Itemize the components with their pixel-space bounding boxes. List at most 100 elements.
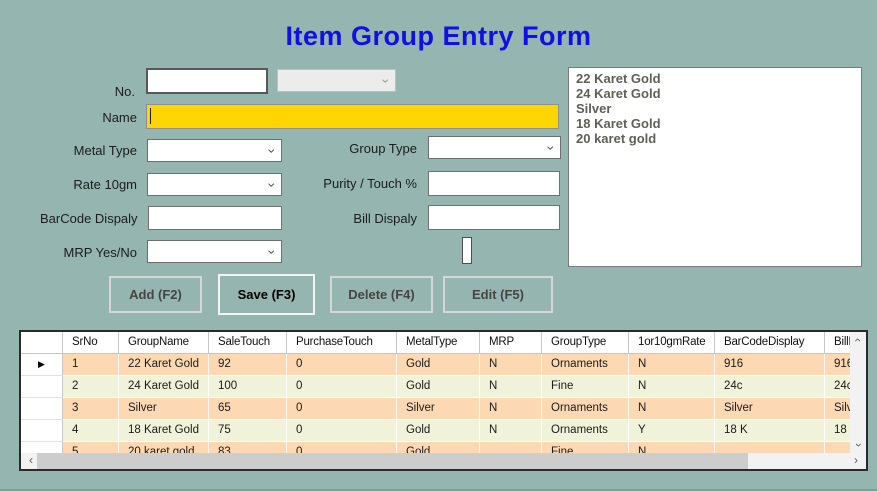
table-cell[interactable]	[825, 442, 850, 453]
group-type-dropdown[interactable]: ›	[428, 136, 561, 159]
table-cell[interactable]: Ornaments	[542, 398, 629, 420]
table-cell[interactable]: Ornaments	[542, 354, 629, 376]
table-cell[interactable]	[480, 442, 542, 453]
row-pointer-icon[interactable]: ▶	[21, 354, 63, 376]
scrollbar-thumb[interactable]	[37, 453, 748, 469]
table-row[interactable]: 224 Karet Gold1000GoldNFineN24c24c	[21, 376, 850, 398]
listbox-item[interactable]: 18 Karet Gold	[576, 116, 861, 131]
group-listbox[interactable]: 22 Karet Gold24 Karet GoldSilver18 Karet…	[568, 67, 862, 267]
edit-button[interactable]: Edit (F5)	[443, 276, 553, 313]
table-cell[interactable]: 75	[209, 420, 287, 442]
table-cell[interactable]: Fine	[542, 376, 629, 398]
table-cell[interactable]: N	[480, 398, 542, 420]
small-textbox[interactable]	[462, 237, 472, 264]
table-cell[interactable]: 5	[63, 442, 119, 453]
table-cell[interactable]: 100	[209, 376, 287, 398]
row-selector-cell[interactable]	[21, 376, 63, 398]
row-selector-cell[interactable]	[21, 398, 63, 420]
rate-10gm-dropdown[interactable]: ›	[147, 173, 282, 196]
row-selector-cell[interactable]	[21, 442, 63, 453]
table-cell[interactable]: 3	[63, 398, 119, 420]
table-cell[interactable]: 1	[63, 354, 119, 376]
table-cell[interactable]: 0	[287, 376, 397, 398]
table-cell[interactable]: 20 karet gold	[119, 442, 209, 453]
table-cell[interactable]: 4	[63, 420, 119, 442]
grid-header-cell[interactable]: SrNo	[63, 332, 119, 354]
table-cell[interactable]: 0	[287, 354, 397, 376]
purity-touch-input[interactable]	[428, 171, 560, 196]
grid-header-cell[interactable]: MetalType	[397, 332, 480, 354]
table-cell[interactable]: N	[480, 354, 542, 376]
item-group-data-grid: SrNoGroupNameSaleTouchPurchaseTouchMetal…	[19, 330, 868, 471]
grid-header-cell[interactable]: MRP	[480, 332, 542, 354]
grid-header-cell[interactable]: SaleTouch	[209, 332, 287, 354]
table-cell[interactable]: 22 Karet Gold	[119, 354, 209, 376]
vertical-scrollbar[interactable]: › ›	[850, 332, 866, 453]
table-cell[interactable]: 24c	[825, 376, 850, 398]
table-cell[interactable]: N	[480, 376, 542, 398]
table-cell[interactable]: N	[480, 420, 542, 442]
table-cell[interactable]: Silver	[715, 398, 825, 420]
table-cell[interactable]: 0	[287, 420, 397, 442]
delete-button[interactable]: Delete (F4)	[330, 276, 433, 313]
listbox-item[interactable]: Silver	[576, 101, 861, 116]
table-row[interactable]: 3Silver650SilverNOrnamentsNSilverSilver	[21, 398, 850, 420]
table-cell[interactable]: Y	[629, 420, 715, 442]
row-selector-cell[interactable]	[21, 420, 63, 442]
grid-header-cell[interactable]: PurchaseTouch	[287, 332, 397, 354]
grid-header-cell[interactable]: GroupName	[119, 332, 209, 354]
table-row[interactable]: 520 karet gold830Gold FineN	[21, 442, 850, 453]
bill-display-input[interactable]	[428, 205, 560, 230]
table-cell[interactable]: 65	[209, 398, 287, 420]
listbox-item[interactable]: 22 Karet Gold	[576, 71, 861, 86]
table-cell[interactable]	[715, 442, 825, 453]
table-cell[interactable]: 0	[287, 442, 397, 453]
metal-type-dropdown[interactable]: ›	[147, 139, 282, 162]
horizontal-scrollbar[interactable]: ‹ ›	[21, 453, 866, 469]
add-button[interactable]: Add (F2)	[109, 276, 202, 313]
table-cell[interactable]: Gold	[397, 376, 480, 398]
table-cell[interactable]: Silver	[119, 398, 209, 420]
table-cell[interactable]: Gold	[397, 354, 480, 376]
grid-header-selector[interactable]	[21, 332, 63, 354]
table-cell[interactable]: 0	[287, 398, 397, 420]
table-cell[interactable]: 18 K	[715, 420, 825, 442]
listbox-item[interactable]: 24 Karet Gold	[576, 86, 861, 101]
table-cell[interactable]: 24c	[715, 376, 825, 398]
table-cell[interactable]: N	[629, 354, 715, 376]
no-dropdown[interactable]: ›	[277, 69, 396, 92]
table-row[interactable]: 418 Karet Gold750GoldNOrnamentsY18 K18 K	[21, 420, 850, 442]
mrp-yes-no-dropdown[interactable]: ›	[147, 240, 282, 263]
table-cell[interactable]: 24 Karet Gold	[119, 376, 209, 398]
table-cell[interactable]: 916	[715, 354, 825, 376]
scroll-right-icon[interactable]: ›	[848, 453, 864, 469]
table-cell[interactable]: N	[629, 442, 715, 453]
table-cell[interactable]: Gold	[397, 442, 480, 453]
table-cell[interactable]: N	[629, 398, 715, 420]
no-input[interactable]	[146, 68, 268, 94]
barcode-display-input[interactable]	[148, 206, 282, 230]
table-cell[interactable]: Ornaments	[542, 420, 629, 442]
save-button[interactable]: Save (F3)	[218, 274, 315, 315]
table-cell[interactable]: N	[629, 376, 715, 398]
scroll-down-icon[interactable]: ›	[850, 437, 866, 453]
table-cell[interactable]: Silver	[825, 398, 850, 420]
table-cell[interactable]: 92	[209, 354, 287, 376]
table-cell[interactable]: 83	[209, 442, 287, 453]
name-input[interactable]	[146, 104, 559, 129]
grid-header-cell[interactable]: BarCodeDisplay	[715, 332, 825, 354]
table-cell[interactable]: 18 K	[825, 420, 850, 442]
table-cell[interactable]: Silver	[397, 398, 480, 420]
table-cell[interactable]: 916	[825, 354, 850, 376]
table-cell[interactable]: Fine	[542, 442, 629, 453]
table-cell[interactable]: Gold	[397, 420, 480, 442]
table-cell[interactable]: 2	[63, 376, 119, 398]
grid-header-cell[interactable]: 1or10gmRate	[629, 332, 715, 354]
chevron-down-icon: ›	[266, 149, 280, 154]
scroll-up-icon[interactable]: ›	[850, 332, 866, 348]
grid-header-cell[interactable]: BillDisplay	[825, 332, 850, 354]
table-row[interactable]: ▶122 Karet Gold920GoldNOrnamentsN916916	[21, 354, 850, 376]
grid-header-cell[interactable]: GroupType	[542, 332, 629, 354]
table-cell[interactable]: 18 Karet Gold	[119, 420, 209, 442]
listbox-item[interactable]: 20 karet gold	[576, 131, 861, 146]
